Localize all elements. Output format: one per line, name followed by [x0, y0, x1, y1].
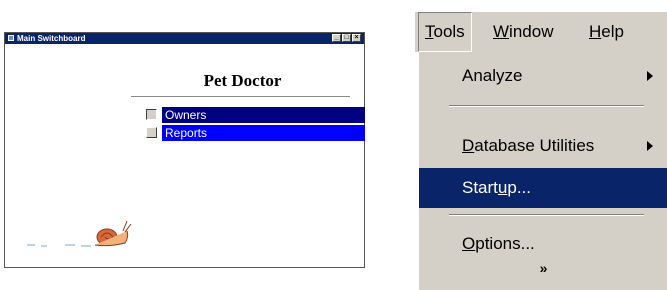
window-title: Main Switchboard	[17, 34, 86, 43]
menu-separator	[449, 105, 644, 107]
switchboard-window: Main Switchboard _ □ × Pet Doctor Owners…	[4, 32, 365, 268]
menu-item-analyze[interactable]: Analyze	[419, 56, 667, 96]
switchboard-heading: Pet Doctor	[203, 71, 282, 90]
form-icon[interactable]	[8, 35, 14, 41]
menu-tools[interactable]: Tools	[418, 12, 472, 52]
expand-menu-chevron-icon[interactable]: »	[419, 260, 667, 276]
menu-window[interactable]: Window	[493, 12, 553, 52]
menu-separator	[449, 214, 644, 216]
snail-icon	[27, 220, 132, 247]
menu-item-options[interactable]: Options...	[419, 224, 667, 264]
reports-button[interactable]	[146, 127, 157, 138]
close-button[interactable]: ×	[352, 34, 361, 42]
tools-menu-screenshot: Tools Window Help Analyze Database Utili…	[415, 12, 667, 290]
switchboard-item-reports[interactable]: Reports	[146, 125, 365, 141]
switchboard-item-owners[interactable]: Owners	[146, 107, 365, 123]
menubar: Tools Window Help	[415, 12, 667, 52]
minimize-button[interactable]: _	[332, 34, 341, 42]
menu-item-startup[interactable]: Startup...	[419, 168, 667, 208]
submenu-arrow-icon	[647, 71, 653, 81]
switchboard-titlebar[interactable]: Main Switchboard _ □ ×	[5, 33, 364, 44]
maximize-button[interactable]: □	[342, 34, 351, 42]
heading-divider	[131, 96, 350, 98]
tools-dropdown: Analyze Database Utilities Startup... Op…	[418, 52, 667, 290]
owners-label[interactable]: Owners	[162, 107, 365, 123]
owners-button[interactable]	[146, 109, 157, 120]
menu-help[interactable]: Help	[589, 12, 624, 52]
reports-label[interactable]: Reports	[162, 125, 365, 141]
menu-item-database-utilities[interactable]: Database Utilities	[419, 126, 667, 166]
submenu-arrow-icon	[647, 141, 653, 151]
